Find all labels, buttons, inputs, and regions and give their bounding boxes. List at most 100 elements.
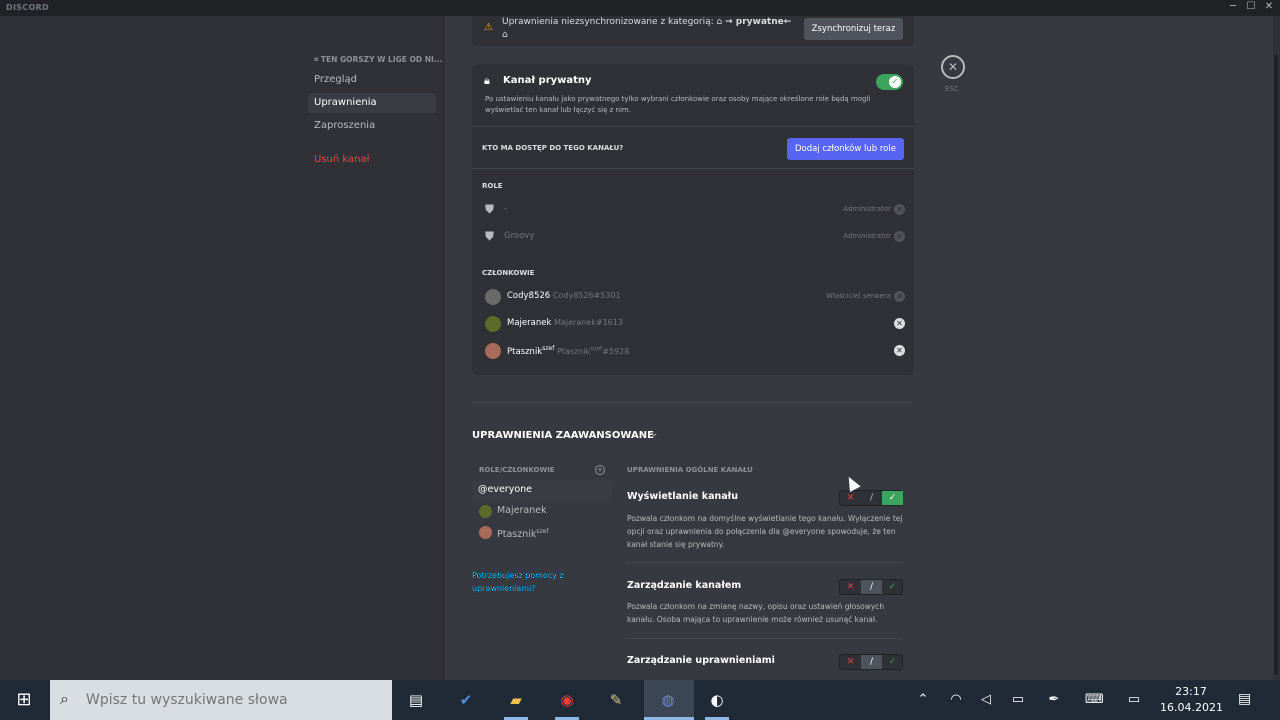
access-heading: KTO MA DOSTĘP DO TEGO KANAŁU? bbox=[482, 144, 624, 152]
role-item-ptasznik[interactable]: Ptasznikszef bbox=[472, 522, 612, 542]
check-icon: ✓ bbox=[891, 77, 899, 86]
role-name: Groovy bbox=[504, 231, 535, 241]
chevron-down-icon[interactable]: ⌄ bbox=[650, 428, 658, 439]
role-tag: Administrator bbox=[843, 232, 891, 240]
permission-description: Pozwala członkom na zmianę nazwy, opisu … bbox=[627, 602, 885, 624]
category-icon: ⌂ bbox=[716, 17, 723, 27]
task-view-icon[interactable]: ▤ bbox=[404, 688, 428, 712]
esc-label: ESC bbox=[945, 85, 959, 93]
permission-title: Wyświetlanie kanału bbox=[627, 491, 738, 502]
minimize-button[interactable]: ─ bbox=[1224, 1, 1242, 12]
add-role-icon[interactable]: + bbox=[595, 465, 605, 475]
chrome-icon[interactable]: ◉ bbox=[555, 688, 579, 712]
channel-category-label: ⌗ TEN GORSZY W LIGE OD NI... bbox=[314, 55, 443, 64]
role-item-majeranek[interactable]: Majeranek bbox=[472, 501, 612, 521]
deny-button[interactable]: ✕ bbox=[840, 491, 861, 505]
allow-button[interactable]: ✓ bbox=[882, 655, 903, 669]
remove-role-icon[interactable]: ✕ bbox=[894, 204, 905, 215]
role-row: ⛊ Groovy Administrator ✕ bbox=[482, 225, 907, 249]
neutral-button[interactable]: / bbox=[861, 491, 882, 505]
private-channel-toggle[interactable]: ✓ bbox=[876, 74, 903, 90]
channel-hash-icon: ⌗ bbox=[314, 55, 321, 64]
category-icon-2: ⌂ bbox=[502, 30, 508, 40]
role-item-label: Ptasznikszef bbox=[497, 528, 549, 541]
general-permissions-heading: UPRAWNIENIA OGÓLNE KANAŁU bbox=[627, 466, 753, 474]
private-channel-panel: 🔒︎ Kanał prywatny ✓ Po ustawieniu kanału… bbox=[472, 64, 914, 375]
neutral-button[interactable]: / bbox=[861, 580, 882, 594]
display-icon[interactable]: ▭ bbox=[1125, 692, 1143, 707]
close-icon: ✕ bbox=[947, 60, 959, 74]
permission-toggle-view: ✕ / ✓ bbox=[839, 490, 903, 506]
permission-toggle-manage-permissions: ✕ / ✓ bbox=[839, 654, 903, 670]
remove-member-icon: ✕ bbox=[894, 291, 905, 302]
sidebar-item-permissions[interactable]: Uprawnienia bbox=[308, 93, 436, 113]
role-shield-icon: ⛊ bbox=[485, 202, 495, 216]
sidebar-item-delete-channel[interactable]: Usuń kanał bbox=[308, 150, 436, 170]
close-settings-button[interactable]: ✕ bbox=[941, 55, 965, 79]
add-members-roles-button[interactable]: Dodaj członków lub role bbox=[787, 138, 904, 160]
tray-chevron-up-icon[interactable]: ⌃ bbox=[914, 692, 932, 707]
divider bbox=[627, 562, 903, 563]
battery-icon[interactable]: ▭ bbox=[1009, 692, 1027, 707]
divider bbox=[627, 638, 903, 639]
permission-toggle-manage-channel: ✕ / ✓ bbox=[839, 579, 903, 595]
role-item-label: Majeranek bbox=[497, 505, 547, 516]
notifications-icon[interactable]: ▤ bbox=[1238, 691, 1251, 707]
permission-title: Zarządzanie kanałem bbox=[627, 580, 742, 591]
permissions-help-link[interactable]: Potrzebujesz pomocy z uprawnieniami? bbox=[472, 569, 592, 595]
role-shield-icon: ⛊ bbox=[485, 229, 495, 243]
lock-icon: 🔒︎ bbox=[484, 74, 490, 87]
role-row: ⛊ - Administrator ✕ bbox=[482, 198, 907, 222]
allow-button[interactable]: ✓ bbox=[882, 491, 903, 505]
toggle-knob: ✓ bbox=[889, 76, 901, 88]
permission-title: Zarządzanie uprawnieniami bbox=[627, 655, 775, 666]
title-bar: DISCORD ─ ☐ ✕ bbox=[0, 0, 1280, 16]
date: 16.04.2021 bbox=[1160, 701, 1223, 714]
member-row: Majeranek Majeranek#1613 ✕ bbox=[482, 312, 907, 336]
divider bbox=[472, 168, 914, 169]
todo-app-icon[interactable]: ✔ bbox=[454, 688, 478, 712]
allow-button[interactable]: ✓ bbox=[882, 580, 903, 594]
obs-icon[interactable]: ◐ bbox=[705, 688, 729, 712]
search-input[interactable] bbox=[86, 690, 376, 710]
remove-member-icon[interactable]: ✕ bbox=[894, 318, 905, 329]
keyboard-icon[interactable]: ⌨ bbox=[1085, 692, 1104, 707]
permission-description: Pozwala członkom na domyślne wyświetlani… bbox=[627, 514, 903, 549]
deny-button[interactable]: ✕ bbox=[840, 580, 861, 594]
discord-icon[interactable]: ◍ bbox=[656, 688, 680, 712]
close-button[interactable]: ✕ bbox=[1260, 1, 1278, 12]
sidebar-item-overview[interactable]: Przegląd bbox=[308, 70, 436, 90]
deny-button[interactable]: ✕ bbox=[840, 655, 861, 669]
search-icon: ⌕ bbox=[60, 689, 69, 708]
avatar bbox=[479, 526, 492, 539]
member-row: Ptasznikszef Ptasznikszef#5928 ✕ bbox=[482, 339, 907, 363]
section-divider bbox=[472, 402, 914, 403]
avatar bbox=[479, 505, 492, 518]
pen-icon[interactable]: ✒ bbox=[1045, 692, 1063, 707]
advanced-permissions-title[interactable]: UPRAWNIENIA ZAAWANSOWANE bbox=[472, 430, 654, 441]
role-item-everyone[interactable]: @everyone bbox=[472, 480, 612, 500]
members-heading: CZŁONKOWIE bbox=[482, 269, 535, 277]
paint-app-icon[interactable]: ✎ bbox=[604, 688, 628, 712]
roles-members-heading: ROLE/CZŁONKOWIE bbox=[479, 466, 555, 474]
windows-start-icon[interactable]: ⊞ bbox=[8, 686, 40, 714]
clock[interactable]: 23:17 16.04.2021 bbox=[1160, 684, 1223, 716]
sync-now-button[interactable]: Zsynchronizuj teraz bbox=[804, 18, 903, 40]
file-explorer-icon[interactable]: ▰ bbox=[504, 688, 528, 712]
scrollbar-thumb[interactable] bbox=[1274, 55, 1278, 675]
time: 23:17 bbox=[1175, 685, 1207, 698]
taskbar-search[interactable]: ⌕ bbox=[50, 680, 392, 720]
wifi-icon[interactable]: ◠ bbox=[947, 692, 965, 707]
sync-notice: ⚠ Uprawnienia niezsynchronizowane z kate… bbox=[472, 16, 914, 46]
volume-icon[interactable]: ◁ bbox=[977, 692, 995, 707]
member-row: Cody8526 Cody8526#5301 Właściciel serwer… bbox=[482, 285, 907, 309]
remove-member-icon[interactable]: ✕ bbox=[894, 345, 905, 356]
role-name: - bbox=[504, 204, 508, 214]
remove-role-icon[interactable]: ✕ bbox=[894, 231, 905, 242]
owner-badge: Właściciel serwera bbox=[826, 292, 891, 300]
maximize-button[interactable]: ☐ bbox=[1242, 1, 1260, 12]
divider bbox=[472, 126, 914, 127]
private-channel-title: Kanał prywatny bbox=[503, 75, 592, 86]
neutral-button[interactable]: / bbox=[861, 655, 882, 669]
sidebar-item-invites[interactable]: Zaproszenia bbox=[308, 116, 436, 136]
